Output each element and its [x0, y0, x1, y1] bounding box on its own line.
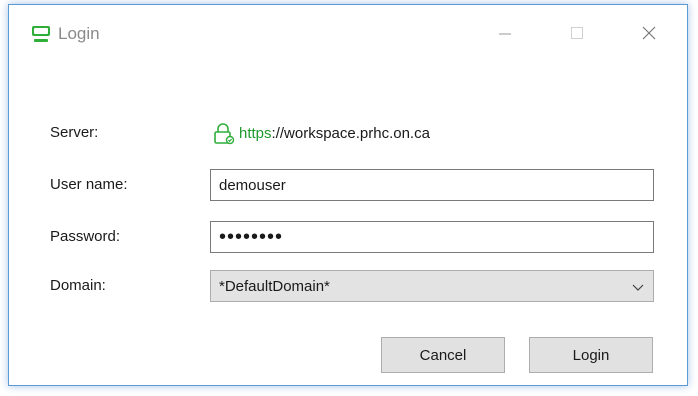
server-host: ://workspace.prhc.on.ca: [271, 125, 430, 142]
password-field[interactable]: ••••••••: [210, 221, 654, 253]
stage: Login Server: https://workspace.prhc.on…: [0, 0, 698, 396]
minimize-button[interactable]: [485, 15, 525, 51]
password-value: ••••••••: [219, 225, 284, 248]
chevron-down-icon: [632, 284, 644, 291]
maximize-button[interactable]: [557, 15, 597, 51]
login-button[interactable]: Login: [529, 337, 653, 373]
cancel-button[interactable]: Cancel: [381, 337, 505, 373]
server-scheme: https: [239, 125, 272, 142]
username-label: User name:: [50, 176, 128, 193]
server-label: Server:: [50, 124, 99, 141]
monitor-icon: [32, 26, 50, 42]
password-label: Password:: [50, 228, 121, 245]
server-url: https://workspace.prhc.on.ca: [212, 123, 430, 145]
minimize-icon: [499, 33, 511, 35]
maximize-icon: [571, 27, 583, 39]
login-window: Login Server: https://workspace.prhc.on…: [8, 4, 688, 386]
close-button[interactable]: [629, 15, 669, 51]
domain-select[interactable]: *DefaultDomain*: [210, 270, 654, 302]
title-bar[interactable]: Login: [9, 5, 687, 59]
domain-value: *DefaultDomain*: [219, 277, 330, 295]
domain-label: Domain:: [50, 277, 106, 294]
lock-icon: [214, 123, 235, 145]
window-title: Login: [58, 24, 100, 43]
username-field[interactable]: demouser: [210, 169, 654, 201]
username-value: demouser: [219, 176, 286, 194]
close-icon: [642, 26, 656, 40]
